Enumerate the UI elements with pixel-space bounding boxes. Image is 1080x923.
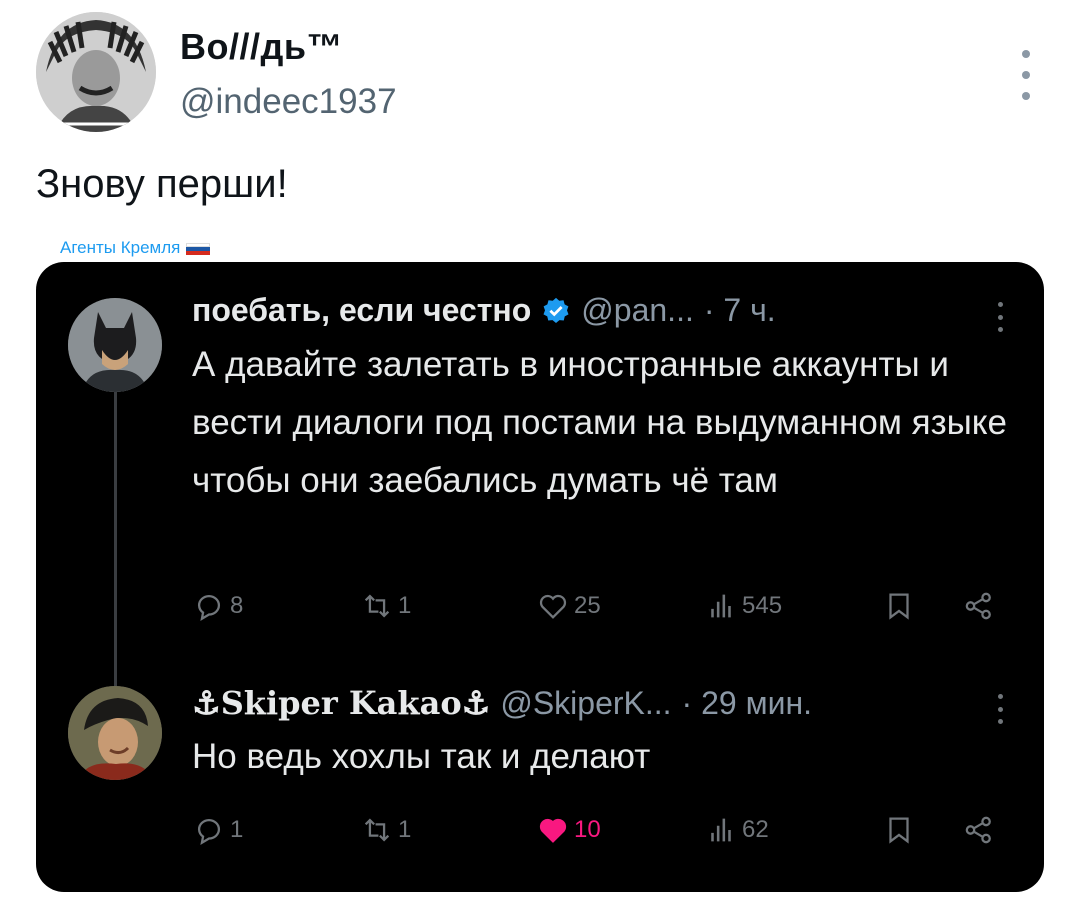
views-chart-icon [711,818,731,842]
embedded-screenshot[interactable]: поебать, если честно @pan... · 7 ч. А да… [36,262,1044,892]
more-dot [997,694,1003,699]
embed-caption: Агенты Кремля [60,238,211,258]
reply-text: А давайте залетать в иностранные аккаунт… [192,345,1007,500]
repost-icon [364,594,390,618]
reply-header: ⚓︎Skiper Kakao⚓︎ @SkiperK... · 29 мин. [192,684,812,722]
share-icon [965,816,991,844]
author-portrait-icon [36,12,156,132]
more-dot [1022,50,1030,58]
reply-avatar[interactable] [68,686,162,780]
share-icon [965,592,991,620]
reply-timestamp[interactable]: · 7 ч. [704,292,776,329]
share-button[interactable] [962,810,996,850]
caption-text: Агенты Кремля [60,238,181,257]
like-button[interactable]: 25 [536,586,601,626]
repost-icon [364,818,390,842]
heart-filled-icon [539,818,567,843]
views-count: 545 [742,592,783,619]
reply-timestamp[interactable]: · 29 мин. [682,685,812,722]
repost-button[interactable]: 1 [360,586,411,626]
bookmark-button[interactable] [882,586,916,626]
repost-count: 1 [398,592,412,619]
reply-more-icon[interactable] [996,302,1004,332]
reply-button[interactable]: 8 [192,586,243,626]
reply-button[interactable]: 1 [192,810,243,850]
more-dot [1022,92,1030,100]
reply-author-name[interactable]: поебать, если честно [192,292,531,329]
heart-icon [539,594,567,619]
reply-count: 1 [230,816,244,843]
reply-avatar[interactable] [68,298,162,392]
repost-count: 1 [398,816,412,843]
views-button[interactable]: 62 [704,810,769,850]
reply-author-handle[interactable]: @SkiperK... [500,685,671,722]
share-button[interactable] [962,586,996,626]
more-dot [1022,71,1030,79]
reply-card: поебать, если честно @pan... · 7 ч. А да… [36,262,1044,692]
reply-actions: 8 1 25 545 [192,586,1002,626]
like-button[interactable]: 10 [536,810,601,850]
author-avatar[interactable] [36,12,156,132]
reply-author-handle[interactable]: @pan... [581,292,694,329]
post-text: Знову перши! [36,162,288,206]
like-count: 25 [574,592,601,619]
reply-text: Но ведь хохлы так и делают [192,737,651,776]
reply-more-icon[interactable] [996,694,1004,724]
comment-icon [197,818,221,846]
portrait-avatar-icon [68,686,162,780]
more-dot [997,327,1003,332]
more-dot [997,302,1003,307]
russia-flag-icon [186,243,211,255]
more-options-icon[interactable] [1014,50,1038,100]
reply-count: 8 [230,592,244,619]
reply-author-name[interactable]: ⚓︎Skiper Kakao⚓︎ [192,684,490,722]
bookmark-icon [889,817,909,844]
author-display-name[interactable]: Во///дь™ [180,26,343,68]
more-dot [997,314,1003,320]
views-chart-icon [711,594,731,618]
author-handle[interactable]: @indeec1937 [180,82,397,122]
like-count: 10 [574,816,601,843]
reply-header: поебать, если честно @pan... · 7 ч. [192,292,776,329]
more-dot [997,719,1003,724]
post-header: Во///дь™ @indeec1937 [36,12,1046,132]
bookmark-button[interactable] [882,810,916,850]
thread-connector [114,392,117,692]
more-dot [997,706,1003,712]
verified-badge-icon [543,297,569,323]
reply-actions: 1 1 10 62 [192,810,1002,850]
bookmark-icon [889,593,909,620]
views-count: 62 [742,816,769,843]
views-button[interactable]: 545 [704,586,782,626]
repost-button[interactable]: 1 [360,810,411,850]
batman-avatar-icon [68,298,162,392]
comment-icon [197,594,221,622]
reply-card: ⚓︎Skiper Kakao⚓︎ @SkiperK... · 29 мин. Н… [36,662,1044,892]
